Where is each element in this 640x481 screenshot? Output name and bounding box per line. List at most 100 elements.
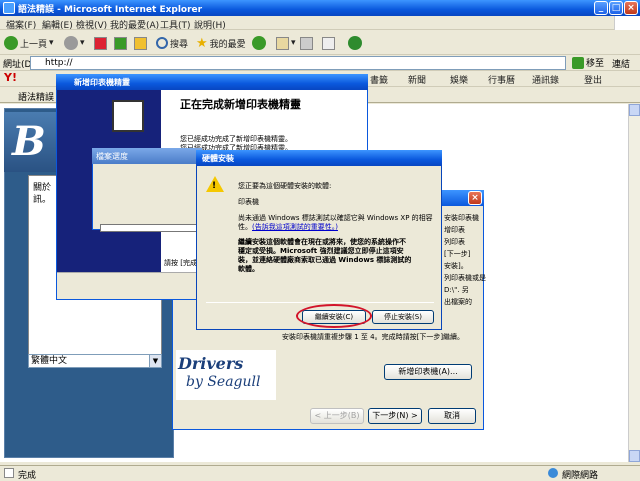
yahoo-calendar[interactable]: 行事曆 bbox=[488, 73, 515, 86]
side-text-line: 安裝印表機 bbox=[444, 214, 479, 222]
language-value: 繁體中文 bbox=[31, 356, 68, 366]
side-text-line: D:\". 另 bbox=[444, 286, 469, 294]
search-button[interactable]: 搜尋 bbox=[156, 35, 188, 51]
scroll-up-button[interactable] bbox=[629, 104, 640, 116]
menu-bar: 檔案(F) 編輯(E) 檢視(V) 我的最愛(A) 工具(T) 說明(H) bbox=[0, 16, 640, 31]
home-button[interactable] bbox=[134, 35, 147, 51]
hw-message: 您正要為這個硬體安裝的軟體: bbox=[238, 182, 332, 190]
chevron-down-icon: ▾ bbox=[291, 38, 296, 48]
messenger-icon bbox=[348, 36, 362, 50]
ie-icon bbox=[3, 2, 15, 14]
menu-edit[interactable]: 編輯(E) bbox=[42, 18, 73, 31]
highlight-circle bbox=[296, 304, 372, 328]
wizard-partial-text: 請按 [完成 bbox=[164, 259, 197, 267]
back-button[interactable]: 上一頁 ▾ bbox=[4, 35, 54, 51]
driver-wizard-close-button[interactable]: × bbox=[468, 191, 482, 205]
hw-warning-text: 性。 bbox=[238, 223, 252, 231]
search-icon bbox=[156, 37, 168, 49]
back-arrow-icon bbox=[4, 36, 18, 50]
stop-install-button[interactable]: 停止安裝(S) bbox=[372, 310, 434, 324]
cancel-button[interactable]: 取消 bbox=[428, 408, 476, 424]
yahoo-logout[interactable]: 登出 bbox=[584, 73, 602, 86]
hardware-install-title: 硬體安裝 bbox=[202, 154, 234, 163]
dialog-divider bbox=[206, 302, 434, 303]
hw-bold-line-1: 繼續安裝這個軟體會在現在或將來，使您的系統操作不 bbox=[238, 238, 406, 246]
star-icon: ★ bbox=[196, 35, 208, 51]
back-label: 上一頁 bbox=[20, 39, 48, 50]
back-step-button[interactable]: < 上一步(B) bbox=[310, 408, 364, 424]
zone-text: 網際網路 bbox=[562, 471, 599, 481]
printer-icon bbox=[112, 100, 144, 132]
windows-logo-icon bbox=[614, 16, 640, 30]
links-label[interactable]: 連結 bbox=[612, 57, 630, 70]
menu-file[interactable]: 檔案(F) bbox=[6, 18, 36, 31]
driver-wizard-side-text: 安裝印表機 增印表 列印表 [下一步] 安裝]。 列印表機或是 D:\". 另 … bbox=[444, 212, 486, 308]
side-text-line: 安裝]。 bbox=[444, 262, 468, 270]
add-printer-button[interactable]: 新增印表機(A)... bbox=[384, 364, 472, 380]
messenger-button[interactable] bbox=[348, 35, 362, 51]
file-copy-title: 檔案選度 bbox=[96, 152, 128, 161]
hw-bold-line-4: 軟體。 bbox=[238, 265, 259, 273]
refresh-button[interactable] bbox=[114, 35, 127, 51]
maximize-button[interactable]: □ bbox=[609, 1, 623, 15]
edit-button[interactable] bbox=[322, 35, 335, 51]
forward-button[interactable]: ▾ bbox=[64, 35, 85, 51]
yahoo-entertainment[interactable]: 娛樂 bbox=[450, 73, 468, 86]
vertical-scrollbar[interactable] bbox=[628, 104, 640, 462]
add-printer-wizard-title: 新增印表機精靈 bbox=[74, 78, 130, 87]
copy-progress-bar bbox=[100, 224, 200, 232]
menu-favorites[interactable]: 我的最愛(A) bbox=[110, 18, 159, 31]
search-label: 搜尋 bbox=[170, 39, 189, 50]
file-copy-title-bar: 檔案選度 bbox=[92, 148, 202, 164]
go-label: 移至 bbox=[586, 59, 605, 69]
hw-bold-line-2: 穩定或受損。Microsoft 強烈建議您立即停止這項安 bbox=[238, 247, 404, 255]
next-step-button[interactable]: 下一步(N) > bbox=[368, 408, 422, 424]
hw-bold-line-3: 裝，並連絡硬體廠商索取已通過 Windows 標誌測試的 bbox=[238, 256, 412, 264]
toolbar: 上一頁 ▾ ▾ 搜尋 ★ 我的最愛 ▾ bbox=[0, 31, 640, 55]
language-select[interactable]: 繁體中文 ▼ bbox=[28, 354, 162, 368]
yahoo-news[interactable]: 新聞 bbox=[408, 73, 426, 86]
seagull-logo-text: by Seagull bbox=[186, 374, 261, 390]
drivers-logo-text: Drivers bbox=[178, 354, 244, 373]
ie-title-bar: 語法精誤 - Microsoft Internet Explorer _ □ × bbox=[0, 0, 640, 16]
yahoo-logo[interactable]: Y! bbox=[4, 71, 17, 84]
status-bar: 完成 網際網路 bbox=[0, 465, 640, 481]
close-button[interactable]: × bbox=[624, 1, 638, 15]
address-input[interactable]: http:// bbox=[30, 56, 566, 70]
status-text: 完成 bbox=[18, 471, 37, 481]
hw-warning-line-1: 尚未通過 Windows 標誌測試以確認它與 Windows XP 的相容 bbox=[238, 214, 433, 222]
window-title: 語法精誤 - Microsoft Internet Explorer bbox=[18, 5, 203, 15]
yahoo-bookmarks[interactable]: 書籤 bbox=[370, 73, 388, 86]
mail-button[interactable]: ▾ bbox=[276, 35, 296, 51]
favorites-button[interactable]: ★ 我的最愛 bbox=[196, 35, 246, 51]
scroll-down-button[interactable] bbox=[629, 450, 640, 462]
go-button[interactable]: 移至 bbox=[572, 56, 604, 69]
chevron-down-icon: ▾ bbox=[80, 38, 85, 48]
print-button[interactable] bbox=[300, 35, 313, 51]
menu-view[interactable]: 檢視(V) bbox=[76, 18, 107, 31]
stop-button[interactable] bbox=[94, 35, 107, 51]
globe-icon bbox=[548, 468, 558, 478]
address-bar: 網址(D) http:// 移至 連結 bbox=[0, 55, 640, 71]
wizard-heading: 正在完成新增印表機精靈 bbox=[180, 98, 301, 111]
history-button[interactable] bbox=[252, 35, 266, 51]
yahoo-addressbook[interactable]: 通訊錄 bbox=[532, 73, 559, 86]
page-icon bbox=[4, 468, 14, 478]
home-icon bbox=[134, 36, 147, 50]
menu-tools[interactable]: 工具(T) bbox=[160, 18, 191, 31]
minimize-button[interactable]: _ bbox=[594, 1, 608, 15]
hw-test-link[interactable]: (告訴我這項測試的重要性。) bbox=[252, 223, 338, 231]
tab-page[interactable]: 語法精誤 bbox=[18, 90, 54, 103]
chevron-down-icon[interactable]: ▼ bbox=[149, 355, 161, 367]
edit-icon bbox=[322, 36, 335, 50]
chevron-down-icon: ▾ bbox=[49, 38, 54, 48]
side-text-line: 列印表機或是 bbox=[444, 274, 486, 282]
mail-icon bbox=[276, 36, 289, 50]
printer-icon bbox=[300, 36, 313, 50]
driver-wizard-instruction: 安裝印表機請重複步驟 1 至 4。完成時請按[下一步]繼續。 bbox=[282, 333, 465, 341]
stop-icon bbox=[94, 36, 107, 50]
side-text-line: [下一步] bbox=[444, 250, 471, 258]
warning-mark-icon: ! bbox=[212, 181, 217, 191]
hardware-install-title-bar: 硬體安裝 bbox=[196, 150, 442, 166]
menu-help[interactable]: 說明(H) bbox=[194, 18, 226, 31]
